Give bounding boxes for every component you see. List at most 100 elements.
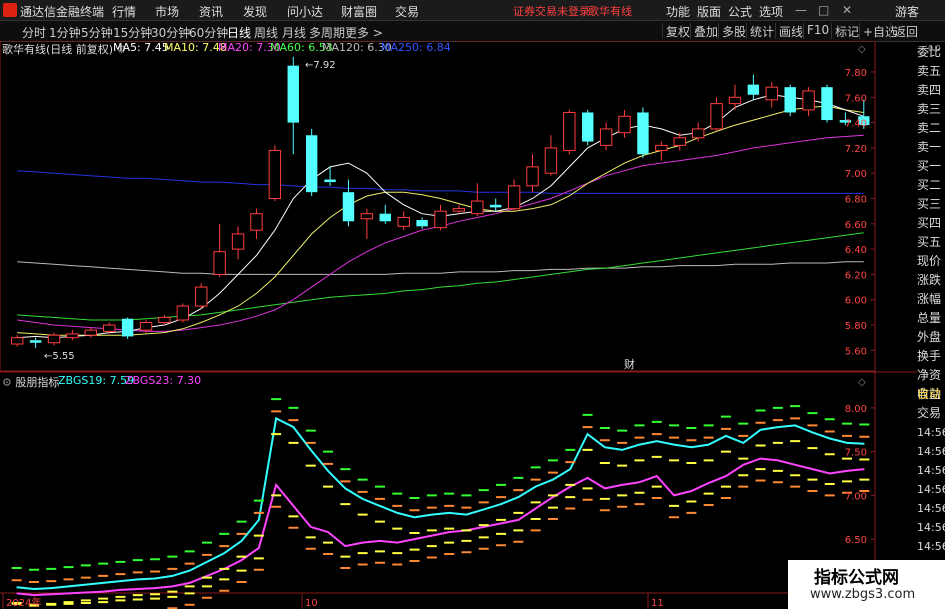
candle-body (342, 192, 355, 222)
candle-body (582, 112, 594, 142)
side-label-4: 卖二 (917, 121, 942, 135)
candle-body (434, 210, 447, 229)
price-tick-label: 5.60 (845, 346, 867, 357)
menu-layout[interactable]: 版面 (697, 3, 721, 20)
candle-body (691, 128, 705, 139)
side-label-15: 外盘 (917, 330, 942, 344)
menu-ask-xiaoda[interactable]: 问小达 (287, 3, 323, 20)
price-tick-label: 6.00 (845, 296, 867, 307)
candle-body (637, 112, 649, 155)
login-status[interactable]: 证券交易未登录 (513, 3, 590, 19)
candle-body (47, 334, 61, 344)
candle-body (710, 103, 723, 130)
trade-side-panel: 自动交易 14:56 14:56 14:56 14:56 14:56 14:56 14:56 (917, 385, 945, 556)
tab-15min[interactable]: 15分钟 (113, 24, 152, 41)
candle-body (526, 166, 539, 187)
menu-trade[interactable]: 交易 (395, 3, 419, 20)
candle-body (507, 185, 521, 210)
tab-1min[interactable]: 1分钟 (49, 24, 81, 41)
maximize-icon[interactable]: □ (818, 3, 829, 17)
app-logo-icon (3, 3, 17, 17)
zbgs19-line (16, 416, 865, 591)
statistics-button[interactable]: 统计 (746, 23, 774, 39)
menu-market-center[interactable]: 市场 (155, 3, 179, 20)
side-top-tag: 0.0 (928, 44, 941, 53)
candle-body (563, 111, 576, 151)
close-icon[interactable]: ✕ (842, 3, 852, 17)
time-tick-label: 11 (651, 598, 664, 609)
sub-tick-label: 7.50 (845, 448, 867, 459)
tab-monthly[interactable]: 月线 (282, 24, 306, 41)
price-tick-label: 6.80 (845, 195, 867, 206)
candle-body (158, 316, 171, 324)
price-tick-label: 7.80 (845, 68, 867, 79)
side-trade-2: 14:56 (917, 426, 945, 439)
menu-formula[interactable]: 公式 (728, 3, 752, 20)
stock-name-title: 歌华有线 (588, 5, 632, 18)
candle-body (599, 128, 613, 146)
price-tick-label: 6.40 (845, 245, 867, 256)
price-tick-label: 7.20 (845, 144, 867, 155)
guest-user[interactable]: 游客 (895, 3, 919, 20)
zbgs23-line (16, 457, 865, 597)
candle-body (324, 179, 336, 183)
side-label-2: 卖四 (917, 83, 942, 97)
menu-news[interactable]: 资讯 (199, 3, 223, 20)
diamond-icon: ◇ (858, 44, 866, 55)
side-trade-8: 14:56 (917, 540, 945, 553)
candle-body (360, 213, 374, 220)
side-label-14: 总量 (917, 311, 942, 325)
side-label-3: 卖三 (917, 102, 942, 116)
side-trade-6: 14:56 (917, 502, 945, 515)
watermark-logo: 指标公式网 www.zbgs3.com (788, 560, 945, 609)
side-trade-0[interactable]: 自动 (917, 385, 945, 404)
candle-body (195, 286, 208, 307)
sub-tick-label: 7.00 (845, 491, 867, 502)
ma120-line (17, 261, 864, 275)
menu-market[interactable]: 行情 (112, 3, 136, 20)
overlay-button[interactable]: 叠加 (690, 23, 718, 39)
candle-body (784, 87, 796, 113)
tab-60min[interactable]: 60分钟 (189, 24, 228, 41)
candle-body (765, 86, 778, 101)
f10-button[interactable]: F10 (803, 23, 829, 39)
candle-body (176, 305, 190, 321)
menu-discover[interactable]: 发现 (243, 3, 267, 20)
tab-timeshare[interactable]: 分时 (22, 24, 46, 41)
draw-line-button[interactable]: 画线 (775, 23, 803, 39)
candle-body (287, 65, 299, 123)
candle-body (397, 216, 410, 227)
tab-more[interactable]: 更多 > (345, 24, 383, 41)
kline-chart[interactable]: 7.80 7.60 7.40 7.20 7.00 6.80 6.60 6.40 6.20 6.00… (0, 41, 917, 609)
tab-weekly[interactable]: 周线 (254, 24, 278, 41)
side-label-11: 现价 (917, 254, 942, 268)
tab-daily[interactable]: 日线 (227, 24, 251, 41)
candle-body (305, 135, 318, 193)
price-tick-label: 7.60 (845, 93, 867, 104)
quote-side-panel: 委比 卖五 卖四 卖三 卖二 卖一 买一 买二 买三 买四 买五 现价 涨跌 涨幅 总量 外盘 换手 净资 收益 (917, 43, 945, 404)
tab-5min[interactable]: 5分钟 (81, 24, 113, 41)
mark-button[interactable]: 标记 (831, 23, 859, 39)
side-label-1: 卖五 (917, 64, 942, 78)
menu-wealth-circle[interactable]: 财富圈 (341, 3, 377, 20)
period-toolbar: 分时 1分钟 5分钟 15分钟 30分钟 60分钟 日线 周线 月线 多周期 更… (0, 21, 945, 42)
candle-body (268, 149, 282, 200)
app-title: 通达信金融终端 (20, 5, 105, 19)
side-label-10: 买五 (917, 235, 942, 249)
multi-stock-button[interactable]: 多股 (718, 23, 746, 39)
side-trade-1[interactable]: 交易 (917, 404, 945, 423)
menu-options[interactable]: 选项 (759, 3, 783, 20)
tab-multi-period[interactable]: 多周期 (309, 24, 345, 41)
menu-function[interactable]: 功能 (666, 3, 690, 20)
candle-body (213, 251, 226, 275)
candle-body (490, 204, 502, 208)
candle-body (29, 340, 42, 343)
ma20-line (17, 134, 864, 332)
tab-30min[interactable]: 30分钟 (151, 24, 190, 41)
adjust-button[interactable]: 复权 (662, 23, 690, 39)
back-button[interactable]: 返回 (890, 23, 918, 39)
candle-body (618, 115, 631, 134)
price-tick-label: 6.20 (845, 270, 867, 281)
price-tick-label: 6.60 (845, 220, 867, 231)
minimize-icon[interactable]: — (795, 3, 807, 17)
